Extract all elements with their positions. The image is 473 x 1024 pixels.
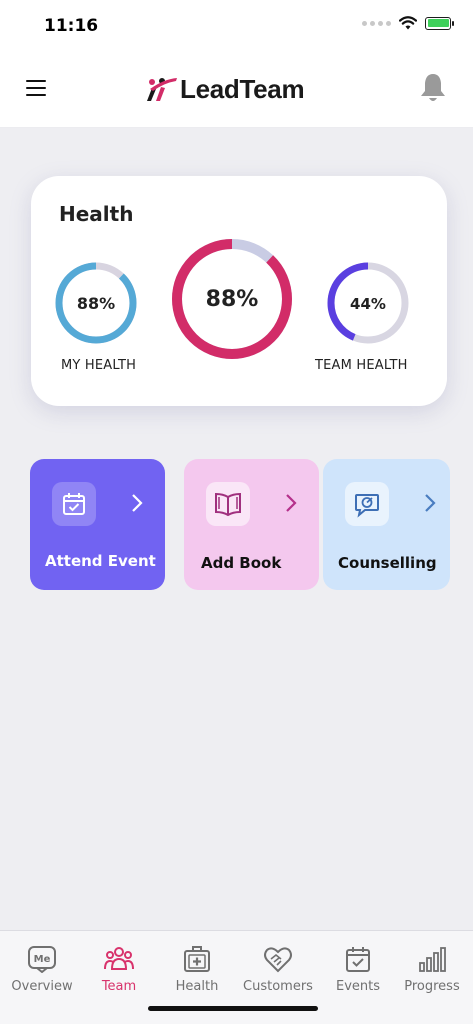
me-badge-text: Me [34,954,51,965]
tile-icon-box [206,482,250,526]
hamburger-menu-icon[interactable] [26,80,46,96]
tile-icon-box [345,482,389,526]
team-health-value: 44% [350,295,386,313]
status-icons [362,16,454,30]
app-header: LeadTeam [0,50,473,128]
my-health-value: 88% [77,294,115,313]
leadteam-logo-icon [147,77,177,101]
me-badge-icon: Me [28,946,56,973]
medical-kit-icon [184,946,210,972]
chevron-right-icon [286,494,297,512]
status-time: 11:16 [44,16,99,36]
calendar-check-icon [63,493,85,515]
logo-text: LeadTeam [180,74,305,104]
chat-target-icon [355,494,379,518]
tile-icon-box [52,482,96,526]
nav-label: Events [335,979,380,994]
overall-health-gauge: 88% [172,239,292,359]
tile-label: Attend Event [45,552,156,570]
status-bar: 11:16 [0,0,473,50]
counselling-tile[interactable]: Counselling [323,459,450,590]
nav-item-overview[interactable]: Me Overview [2,945,82,994]
health-card: Health 88% MY HEALTH 88% 44% TEAM HEALTH [31,176,447,406]
bar-chart-icon [419,947,446,972]
battery-icon [425,16,454,30]
attend-event-tile[interactable]: Attend Event [30,459,165,590]
nav-item-progress[interactable]: Progress [392,945,472,994]
chevron-right-icon [132,494,143,512]
tile-label: Add Book [201,554,282,572]
nav-label: Overview [11,979,73,994]
nav-item-health[interactable]: Health [157,945,237,994]
home-indicator [148,1006,318,1011]
nav-item-team[interactable]: Team [79,945,159,994]
wifi-icon [399,16,417,30]
nav-label: Customers [243,979,313,994]
nav-label: Progress [404,979,460,994]
signal-dots-icon [362,20,391,26]
overall-health-value: 88% [206,287,259,312]
team-health-label: TEAM HEALTH [315,358,408,373]
nav-label: Health [175,979,219,994]
bell-icon[interactable] [418,72,448,104]
app-logo: LeadTeam [144,74,305,105]
chevron-right-icon [425,494,436,512]
nav-label: Team [101,979,137,994]
team-health-gauge: 44% [327,262,409,344]
nav-item-customers[interactable]: Customers [238,945,318,994]
calendar-check-icon [346,947,370,972]
open-book-icon [215,492,241,517]
team-icon [104,947,134,970]
health-title: Health [59,202,134,226]
my-health-label: MY HEALTH [61,358,137,373]
handshake-heart-icon [264,947,292,973]
my-health-gauge: 88% [55,262,137,344]
nav-item-events[interactable]: Events [318,945,398,994]
tile-label: Counselling [338,554,437,572]
add-book-tile[interactable]: Add Book [184,459,319,590]
